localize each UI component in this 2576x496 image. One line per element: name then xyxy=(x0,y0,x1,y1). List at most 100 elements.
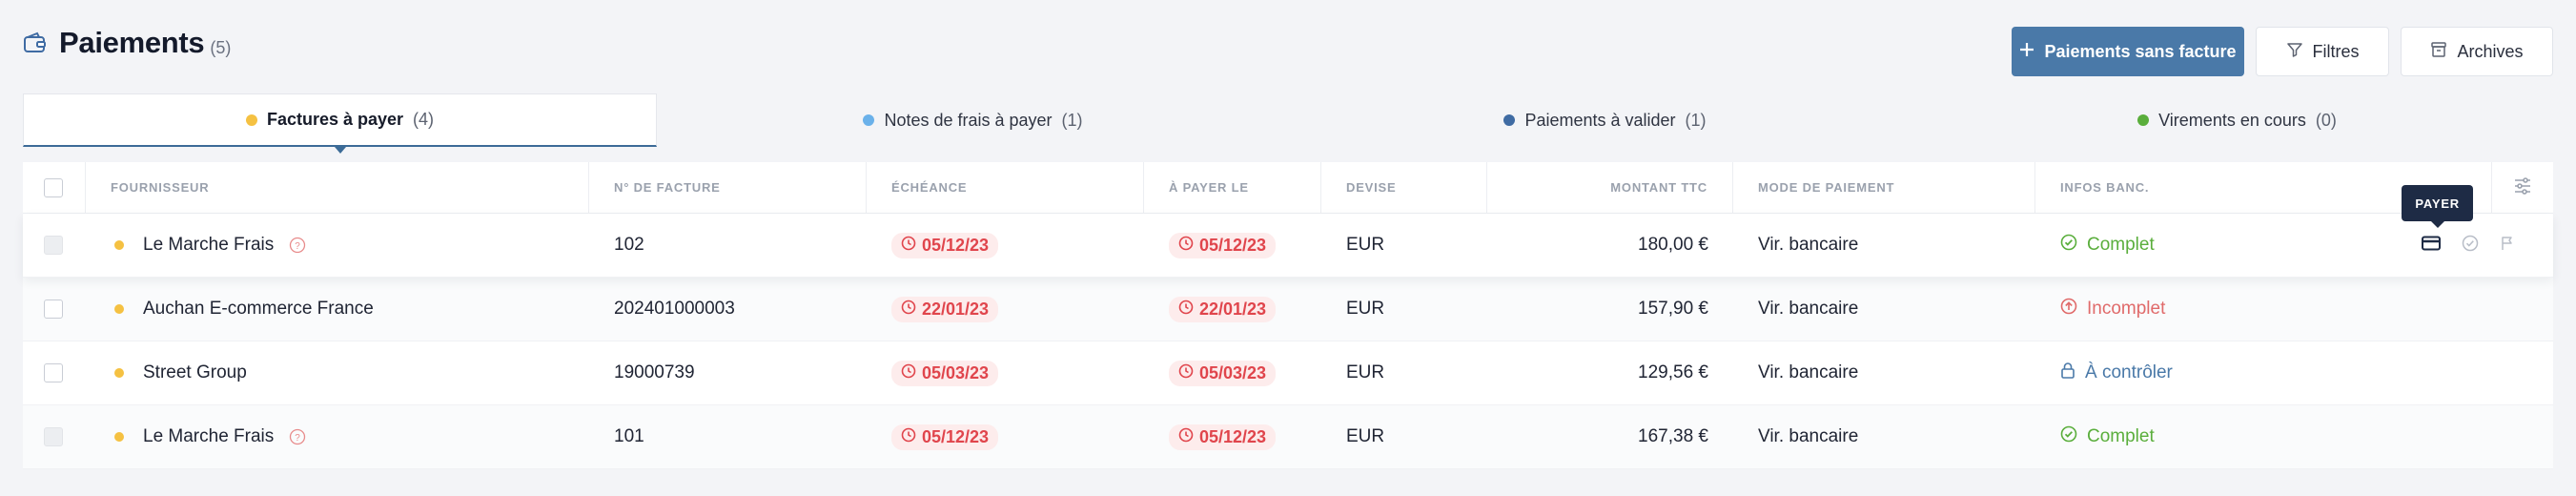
column-header-pay-on[interactable]: À PAYER LE xyxy=(1144,162,1321,213)
flag-icon[interactable] xyxy=(2500,236,2515,256)
supplier-cell: Le Marche Frais ? xyxy=(86,214,589,277)
select-all-checkbox[interactable] xyxy=(44,177,63,197)
pay-on-date: 05/12/23 xyxy=(1199,426,1267,446)
column-header-supplier[interactable]: FOURNISSEUR xyxy=(86,162,589,213)
clock-icon xyxy=(901,363,916,383)
payment-mode: Vir. bancaire xyxy=(1758,426,1859,446)
tab-transfers-in-progress[interactable]: Virements en cours (0) xyxy=(1921,93,2553,147)
archives-button[interactable]: Archives xyxy=(2401,27,2553,76)
supplier-status-dot xyxy=(114,368,124,378)
column-header-amount[interactable]: MONTANT TTC xyxy=(1487,162,1733,213)
page-count: (5) xyxy=(210,37,232,57)
pay-on-cell: 05/03/23 xyxy=(1144,341,1321,404)
sliders-icon xyxy=(2513,177,2532,197)
validate-check-icon[interactable] xyxy=(2462,235,2479,257)
row-checkbox[interactable] xyxy=(44,427,63,446)
invoice-number: 202401000003 xyxy=(614,299,735,319)
page-header: Paiements (5) Paiements sans facture Fil… xyxy=(23,21,2553,78)
column-header-mode[interactable]: MODE DE PAIEMENT xyxy=(1733,162,2035,213)
lock-icon xyxy=(2060,362,2075,384)
help-circle-icon[interactable]: ? xyxy=(289,428,306,445)
table-header: FOURNISSEUR N° DE FACTURE ÉCHÉANCE À PAY… xyxy=(23,162,2553,214)
pay-on-badge: 05/12/23 xyxy=(1169,424,1277,450)
due-cell: 05/03/23 xyxy=(867,341,1144,404)
due-badge: 05/12/23 xyxy=(891,424,999,450)
table-row[interactable]: Street Group 19000739 05/03/23 05/03/23 … xyxy=(23,341,2553,405)
bank-info-cell: À contrôler xyxy=(2035,341,2492,404)
pay-on-badge: 05/03/23 xyxy=(1169,360,1277,386)
svg-text:?: ? xyxy=(296,241,301,252)
page-title: Paiements xyxy=(59,26,205,59)
due-badge: 22/01/23 xyxy=(891,296,999,322)
bank-status: Incomplet xyxy=(2060,298,2165,320)
status-dot xyxy=(2137,114,2150,126)
row-checkbox[interactable] xyxy=(44,363,63,382)
filters-button[interactable]: Filtres xyxy=(2256,27,2389,76)
payment-without-invoice-label: Paiements sans facture xyxy=(2044,41,2237,61)
clock-icon xyxy=(901,427,916,447)
table-row[interactable]: Le Marche Frais ? 102 05/12/23 05/12/23 … xyxy=(23,214,2553,278)
column-header-invoice[interactable]: N° DE FACTURE xyxy=(589,162,867,213)
amount: 129,56 € xyxy=(1638,362,1708,382)
supplier-cell: Le Marche Frais ? xyxy=(86,405,589,468)
clock-icon xyxy=(1178,427,1194,447)
tab-bar: Factures à payer (4) Notes de frais à pa… xyxy=(23,93,2553,154)
help-circle-icon[interactable]: ? xyxy=(289,237,306,254)
supplier-cell: Street Group xyxy=(86,341,589,404)
due-badge: 05/12/23 xyxy=(891,232,999,258)
row-checkbox[interactable] xyxy=(44,300,63,319)
payment-mode: Vir. bancaire xyxy=(1758,299,1859,319)
column-settings-button[interactable] xyxy=(2492,162,2553,213)
clock-icon xyxy=(901,236,916,256)
amount: 157,90 € xyxy=(1638,299,1708,319)
supplier-status-dot xyxy=(114,304,124,314)
tab-expense-reports[interactable]: Notes de frais à payer (1) xyxy=(657,93,1289,147)
pay-tooltip: PAYER xyxy=(2402,185,2473,221)
currency: EUR xyxy=(1346,362,1385,382)
supplier-status-dot xyxy=(114,432,124,442)
title-area: Paiements (5) xyxy=(23,21,231,65)
pay-on-cell: 05/12/23 xyxy=(1144,214,1321,277)
bank-info-cell: Complet xyxy=(2035,405,2492,468)
tab-label: Notes de frais à payer xyxy=(884,110,1053,130)
pay-on-date: 05/03/23 xyxy=(1199,362,1267,382)
bank-status: Complet xyxy=(2060,425,2155,448)
supplier-name: Le Marche Frais xyxy=(143,426,275,446)
currency: EUR xyxy=(1346,426,1385,446)
credit-card-icon[interactable] xyxy=(2422,236,2441,256)
table-row[interactable]: Le Marche Frais ? 101 05/12/23 05/12/23 … xyxy=(23,405,2553,469)
payment-mode: Vir. bancaire xyxy=(1758,362,1859,382)
clock-icon xyxy=(1178,236,1194,256)
active-tab-indicator xyxy=(334,147,346,154)
supplier-name: Street Group xyxy=(143,362,247,382)
due-cell: 05/12/23 xyxy=(867,405,1144,468)
invoice-number: 101 xyxy=(614,426,644,446)
tab-invoices-to-pay[interactable]: Factures à payer (4) xyxy=(23,93,657,154)
column-header-due[interactable]: ÉCHÉANCE xyxy=(867,162,1144,213)
pay-on-date: 22/01/23 xyxy=(1199,299,1267,319)
bank-status-label: Complet xyxy=(2087,426,2155,446)
row-checkbox[interactable] xyxy=(44,236,63,255)
amount: 167,38 € xyxy=(1638,426,1708,446)
arrow-up-circle-icon xyxy=(2060,298,2077,320)
bank-status-label: Complet xyxy=(2087,235,2155,255)
row-select-cell xyxy=(23,405,86,468)
due-date: 05/12/23 xyxy=(922,426,990,446)
column-header-currency[interactable]: DEVISE xyxy=(1321,162,1487,213)
supplier-name: Le Marche Frais xyxy=(143,235,275,255)
payments-table: FOURNISSEUR N° DE FACTURE ÉCHÉANCE À PAY… xyxy=(23,162,2553,469)
payment-without-invoice-button[interactable]: Paiements sans facture xyxy=(2012,27,2244,76)
row-select-cell xyxy=(23,278,86,341)
status-dot xyxy=(1503,114,1516,126)
supplier-name: Auchan E-commerce France xyxy=(143,299,374,319)
filter-icon xyxy=(2286,41,2303,63)
tab-count: (0) xyxy=(2315,110,2337,130)
table-row[interactable]: Auchan E-commerce France 202401000003 22… xyxy=(23,278,2553,341)
pay-on-cell: 05/12/23 xyxy=(1144,405,1321,468)
archives-label: Archives xyxy=(2457,41,2524,61)
filters-label: Filtres xyxy=(2312,41,2360,61)
pay-on-badge: 05/12/23 xyxy=(1169,232,1277,258)
due-cell: 22/01/23 xyxy=(867,278,1144,341)
due-date: 22/01/23 xyxy=(922,299,990,319)
tab-payments-to-validate[interactable]: Paiements à valider (1) xyxy=(1289,93,1921,147)
